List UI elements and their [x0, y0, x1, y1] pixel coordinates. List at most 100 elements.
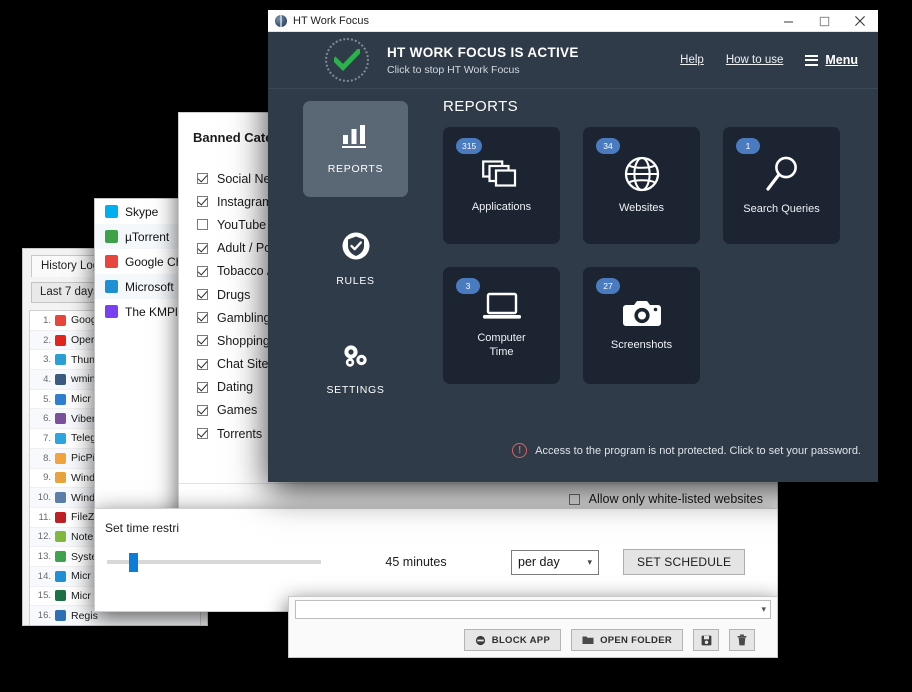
history-row-index: 16. — [37, 610, 51, 622]
save-button[interactable] — [693, 629, 719, 651]
time-slider-track — [107, 560, 321, 564]
how-to-use-link[interactable]: How to use — [726, 54, 784, 66]
report-tile-screenshots[interactable]: 27 Screenshots — [583, 267, 700, 384]
app-icon — [55, 413, 66, 425]
maximize-button[interactable] — [806, 10, 842, 32]
time-slider[interactable] — [107, 553, 321, 572]
report-tile-applications[interactable]: 315 Applications — [443, 127, 560, 244]
hamburger-icon — [805, 54, 819, 66]
category-checkbox[interactable] — [197, 242, 208, 254]
history-row-index: 11. — [38, 511, 51, 523]
category-checkbox[interactable] — [197, 381, 208, 393]
history-row-name: Viber — [71, 412, 96, 425]
category-checkbox[interactable] — [197, 289, 208, 301]
history-row-index: 2. — [43, 334, 51, 346]
block-app-button[interactable]: BLOCK APP — [463, 629, 562, 651]
category-checkbox[interactable] — [197, 265, 208, 277]
ht-sidebar: REPORTS RULES SETTINGS — [268, 89, 443, 482]
trash-icon — [737, 634, 747, 646]
bottom-combobox[interactable]: ▾ — [295, 600, 771, 619]
category-label: Adult / Po — [217, 241, 272, 256]
minimize-button[interactable] — [770, 10, 806, 32]
category-label: Tobacco / — [217, 264, 271, 279]
category-checkbox[interactable] — [197, 196, 208, 208]
sidebar-item-rules[interactable]: RULES — [303, 211, 408, 307]
bar-chart-icon — [341, 123, 371, 154]
app-icon — [55, 492, 66, 504]
history-row-name: Oper — [71, 334, 95, 347]
tile-badge: 27 — [596, 278, 620, 294]
category-checkbox[interactable] — [197, 404, 208, 416]
time-slider-thumb[interactable] — [129, 553, 138, 572]
password-warning[interactable]: ! Access to the program is not protected… — [512, 443, 861, 458]
globe-icon — [624, 156, 660, 192]
ht-main-panel: REPORTS 315 Applications 34 Websites 1 Search… — [443, 89, 878, 482]
minutes-value: 45 minutes — [385, 555, 447, 569]
warning-icon: ! — [512, 443, 528, 458]
magnifier-icon — [764, 155, 800, 193]
category-label: Shopping — [217, 333, 270, 348]
password-warning-text: Access to the program is not protected. … — [535, 444, 861, 457]
status-text-block[interactable]: HT WORK FOCUS IS ACTIVE Click to stop HT… — [387, 45, 579, 76]
window-controls — [770, 10, 878, 32]
help-link[interactable]: Help — [680, 54, 704, 66]
category-checkbox[interactable] — [197, 219, 208, 231]
folder-icon — [582, 636, 594, 644]
category-label: Instagram — [217, 194, 273, 209]
history-row-name: Note — [71, 530, 94, 543]
app-icon — [55, 373, 66, 385]
report-tile-search-queries[interactable]: 1 Search Queries — [723, 127, 840, 244]
app-icon — [105, 280, 118, 293]
app-icon — [55, 354, 66, 366]
sidebar-item-settings[interactable]: SETTINGS — [303, 321, 408, 417]
app-icon — [55, 393, 66, 405]
ht-titlebar: HT Work Focus — [268, 10, 878, 32]
ht-work-focus-window: HT Work Focus HT WORK FOCUS IS ACTIVE Cl… — [268, 10, 878, 482]
category-checkbox[interactable] — [197, 335, 208, 347]
whitelist-checkbox[interactable] — [568, 493, 580, 505]
app-icon — [55, 432, 66, 444]
history-row-index: 7. — [43, 432, 51, 444]
report-tiles: 315 Applications 34 Websites 1 Search Queries… — [443, 127, 860, 384]
laptop-icon — [482, 292, 522, 322]
report-tile-computer-time[interactable]: 3 Computer Time — [443, 267, 560, 384]
report-tile-websites[interactable]: 34 Websites — [583, 127, 700, 244]
tile-label: Websites — [618, 202, 665, 214]
set-schedule-button[interactable]: SET SCHEDULE — [623, 549, 746, 575]
tile-label: Applications — [471, 201, 532, 213]
whitelist-option-row[interactable]: Allow only white-listed websites — [568, 492, 763, 506]
app-icon — [55, 531, 66, 543]
history-row-name: PicPi — [71, 452, 95, 465]
category-checkbox[interactable] — [197, 358, 208, 370]
history-row-index: 6. — [43, 413, 51, 425]
menu-button[interactable]: Menu — [805, 53, 858, 67]
app-icon — [55, 610, 66, 622]
history-row-index: 1. — [43, 314, 51, 326]
history-row-name: Micr — [71, 393, 91, 406]
maximize-icon — [819, 16, 829, 26]
history-row-name: Wind — [71, 471, 95, 484]
open-folder-button[interactable]: OPEN FOLDER — [571, 629, 683, 651]
category-checkbox[interactable] — [197, 312, 208, 324]
category-checkbox[interactable] — [197, 428, 208, 440]
app-icon — [55, 314, 66, 326]
close-button[interactable] — [842, 10, 878, 32]
app-icon — [55, 472, 66, 484]
delete-button[interactable] — [729, 629, 755, 651]
tile-badge: 3 — [456, 278, 480, 294]
status-subtitle: Click to stop HT Work Focus — [387, 63, 520, 76]
status-check-badge[interactable] — [325, 38, 369, 82]
category-checkbox[interactable] — [197, 173, 208, 185]
application-name: Skype — [125, 204, 159, 219]
history-row-index: 3. — [43, 354, 51, 366]
app-icon — [55, 334, 66, 346]
shield-check-icon — [341, 231, 371, 266]
sidebar-item-reports[interactable]: REPORTS — [303, 101, 408, 197]
block-app-label: BLOCK APP — [491, 634, 551, 646]
period-select[interactable]: per day ▾ — [511, 549, 599, 575]
ht-header: HT WORK FOCUS IS ACTIVE Click to stop HT… — [268, 32, 878, 89]
history-row-index: 14. — [37, 570, 51, 582]
camera-icon — [622, 299, 662, 329]
category-label: Social Net — [217, 171, 274, 186]
app-logo-icon — [275, 14, 287, 27]
